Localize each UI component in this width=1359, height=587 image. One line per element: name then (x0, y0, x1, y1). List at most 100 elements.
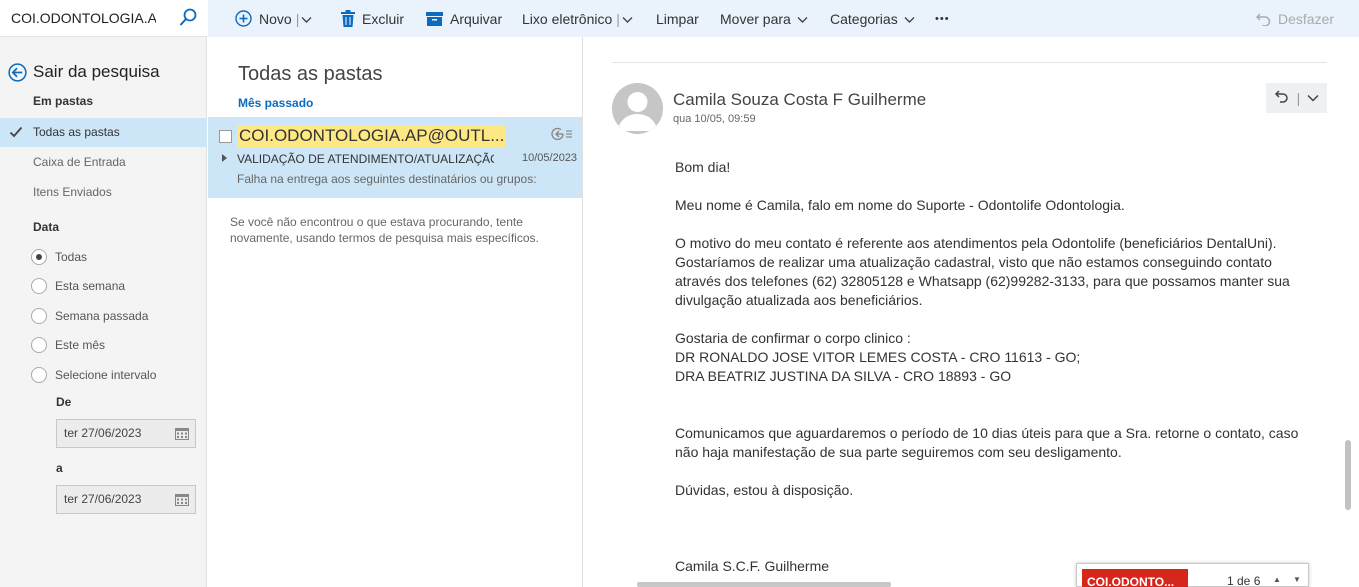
to-date-field[interactable]: ter 27/06/2023 (56, 485, 196, 514)
message-date: 10/05/2023 (522, 152, 578, 164)
date-option-label: Todas (55, 250, 88, 264)
folder-label: Todas as pastas (33, 125, 120, 139)
body-line (675, 500, 1335, 519)
body-line: Meu nome é Camila, falo em nome do Supor… (675, 197, 1125, 213)
body-line (675, 177, 1335, 196)
new-label: Novo (259, 10, 292, 27)
delete-label: Excluir (362, 10, 405, 27)
reply-button[interactable]: | (1266, 83, 1327, 113)
more-actions-button[interactable]: ••• (935, 0, 950, 37)
calendar-icon[interactable] (175, 427, 189, 440)
back-arrow-icon (8, 62, 27, 82)
separator: | (295, 10, 300, 27)
vertical-scrollbar[interactable] (1345, 440, 1351, 510)
body-line: Comunicamos que aguardaremos o período d… (675, 425, 1299, 441)
calendar-icon[interactable] (175, 493, 189, 506)
body-line (675, 538, 1335, 557)
avatar (612, 83, 663, 134)
date-option-this-week[interactable]: Esta semana (31, 276, 125, 296)
exit-search-button[interactable]: Sair da pesquisa (8, 61, 160, 83)
search-icon[interactable] (178, 8, 198, 28)
archive-button[interactable]: Arquivar (426, 0, 502, 37)
group-header: Mês passado (238, 96, 314, 110)
previous-page-button[interactable]: ▲ (1273, 575, 1281, 584)
junk-label: Lixo eletrônico (522, 10, 613, 27)
body-line: Bom dia! (675, 159, 731, 175)
to-date-label: a (56, 461, 63, 475)
delete-button[interactable]: Excluir (341, 0, 404, 37)
from-date-field[interactable]: ter 27/06/2023 (56, 419, 196, 448)
radio-button[interactable] (31, 367, 47, 383)
search-input[interactable]: COI.ODONTOLOGIA.AP@OUTLOOK.COM (11, 10, 156, 26)
date-option-select-range[interactable]: Selecione intervalo (31, 365, 156, 385)
archive-icon (426, 11, 443, 26)
radio-button[interactable] (31, 308, 47, 324)
junk-button[interactable]: Lixo eletrônico | (522, 0, 633, 37)
message-item[interactable]: COI.ODONTOLOGIA.AP@OUTL... VALIDAÇÃO DE … (208, 117, 582, 198)
sent-timestamp: qua 10/05, 09:59 (673, 113, 756, 125)
date-option-label: Este mês (55, 338, 106, 352)
separator: | (1296, 90, 1301, 106)
message-checkbox[interactable] (219, 130, 232, 143)
divider (612, 62, 1327, 63)
body-line: DR RONALDO JOSE VITOR LEMES COSTA - CRO … (675, 349, 1081, 365)
in-folders-heading: Em pastas (33, 94, 94, 108)
expand-conversation-icon[interactable] (222, 154, 227, 162)
body-line (675, 215, 1335, 234)
date-option-all[interactable]: Todas (31, 247, 87, 267)
folder-label: Caixa de Entrada (33, 155, 126, 169)
next-page-button[interactable]: ▼ (1293, 575, 1301, 584)
left-panel: COI.ODONTOLOGIA.AP@OUTLOOK.COM Sair da p… (0, 0, 207, 587)
body-line: através dos telefones (62) 32805128 e Wh… (675, 273, 1290, 289)
radio-button[interactable] (31, 278, 47, 294)
chevron-down-icon (797, 11, 808, 27)
categories-button[interactable]: Categorias (830, 0, 915, 37)
folder-inbox[interactable]: Caixa de Entrada (0, 148, 207, 177)
body-line (675, 519, 1335, 538)
message-subject: VALIDAÇÃO DE ATENDIMENTO/ATUALIZAÇÃO C (237, 152, 494, 166)
date-option-this-month[interactable]: Este mês (31, 335, 105, 355)
move-to-button[interactable]: Mover para (720, 0, 808, 37)
archive-label: Arquivar (450, 10, 503, 27)
body-line: O motivo do meu contato é referente aos … (675, 235, 1277, 251)
clear-label: Limpar (656, 10, 699, 27)
chevron-down-icon[interactable] (1307, 89, 1319, 107)
to-date-value: ter 27/06/2023 (64, 492, 142, 506)
body-line: divulgação atualizada aos beneficiários. (675, 292, 923, 308)
body-line (675, 310, 1335, 329)
reading-pane: Camila Souza Costa F Guilherme qua 10/05… (584, 37, 1359, 587)
body-line: não haja manifestação de sua parte segui… (675, 444, 1122, 460)
body-line: Dúvidas, estou à disposição. (675, 482, 854, 498)
attachment-preview-bar[interactable]: COI.ODONTO... 1 de 6 ▲ ▼ (1076, 563, 1309, 587)
horizontal-scrollbar[interactable] (637, 582, 891, 587)
folder-all-folders[interactable]: Todas as pastas (0, 118, 207, 147)
move-to-label: Mover para (720, 10, 791, 27)
exit-search-label: Sair da pesquisa (33, 62, 160, 81)
date-option-label: Esta semana (55, 279, 126, 293)
date-option-last-week[interactable]: Semana passada (31, 306, 148, 326)
undo-button[interactable]: Desfazer (1256, 0, 1334, 37)
attachment-thumbnail[interactable]: COI.ODONTO... (1082, 569, 1188, 587)
folder-label: Itens Enviados (33, 185, 112, 199)
chevron-down-icon[interactable] (622, 11, 633, 27)
new-button[interactable]: Novo | (235, 0, 312, 37)
list-title: Todas as pastas (238, 63, 383, 85)
body-line (675, 405, 1335, 424)
radio-button[interactable] (31, 337, 47, 353)
message-body: Bom dia! Meu nome é Camila, falo em nome … (675, 158, 1335, 576)
message-list: Todas as pastas Mês passado COI.ODONTOLO… (208, 37, 583, 587)
clear-button[interactable]: Limpar (656, 0, 699, 37)
undo-icon (1256, 12, 1271, 26)
trash-icon (341, 10, 355, 27)
from-date-label: De (56, 395, 72, 409)
toolbar: Novo | Excluir Arquivar Lixo eletrônico … (208, 0, 1359, 37)
categories-label: Categorias (830, 10, 898, 27)
from-date-value: ter 27/06/2023 (64, 426, 142, 440)
chevron-down-icon[interactable] (301, 11, 312, 27)
folder-sent-items[interactable]: Itens Enviados (0, 178, 207, 207)
search-box[interactable]: COI.ODONTOLOGIA.AP@OUTLOOK.COM (0, 0, 207, 37)
reply-all-icon[interactable] (1274, 88, 1290, 109)
radio-button-selected[interactable] (31, 249, 47, 265)
search-hint: Se você não encontrou o que estava procu… (230, 215, 539, 245)
message-actions-icon[interactable] (551, 127, 573, 146)
